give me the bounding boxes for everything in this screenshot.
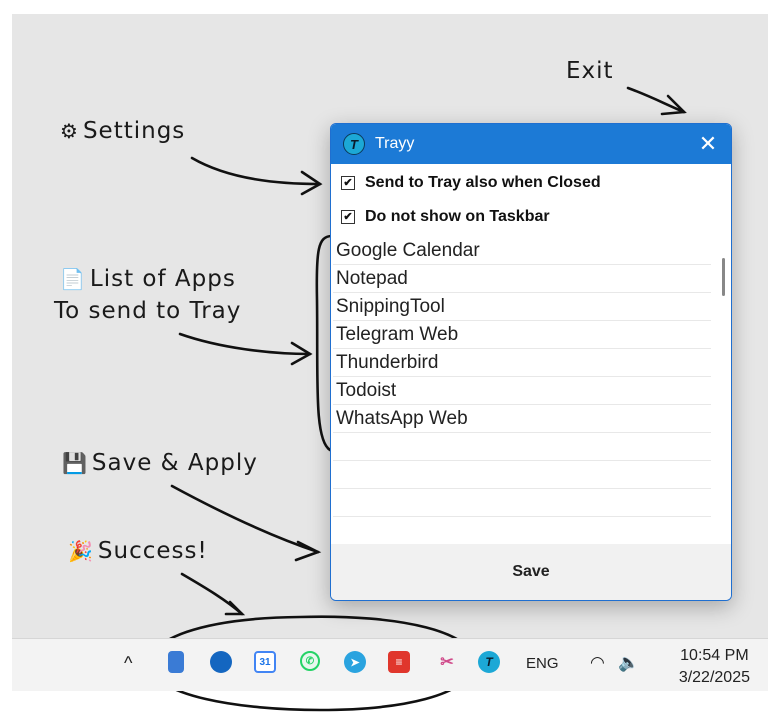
option-hide-from-taskbar[interactable]: ✔ Do not show on Taskbar [331, 200, 731, 234]
annotation-success-text: Success! [97, 538, 208, 564]
annotation-settings: ⚙ Settings [60, 118, 185, 144]
option-label: Do not show on Taskbar [365, 208, 550, 225]
window-footer: Save [331, 544, 731, 600]
telegram-tray-icon[interactable]: ➤ [344, 651, 366, 673]
todoist-tray-icon[interactable]: ≡ [388, 651, 410, 673]
floppy-disk-icon: 💾 [62, 451, 88, 475]
app-list[interactable]: Google Calendar Notepad SnippingTool Tel… [333, 237, 711, 542]
annotation-list-line1: List of Apps [89, 266, 236, 292]
taskbar: ^ 31 ✆ ➤ ≡ ✂ T ENG ◠ 🔈 10:54 PM 3/22/202… [12, 638, 768, 691]
google-calendar-tray-icon[interactable]: 31 [254, 651, 276, 673]
list-item-empty[interactable] [333, 517, 711, 542]
show-hidden-icons-chevron[interactable]: ^ [124, 653, 132, 674]
annotation-settings-text: Settings [82, 118, 186, 144]
close-button[interactable]: ✕ [685, 124, 731, 164]
list-scrollbar[interactable] [722, 258, 725, 296]
annotation-save-apply-text: Save & Apply [91, 450, 258, 476]
gear-icon: ⚙ [60, 119, 79, 143]
snipping-tool-tray-icon[interactable]: ✂ [436, 651, 458, 673]
language-indicator[interactable]: ENG [526, 655, 559, 672]
option-send-to-tray-when-closed[interactable]: ✔ Send to Tray also when Closed [331, 166, 731, 200]
volume-icon[interactable]: 🔈 [618, 653, 639, 673]
annotation-save-apply: 💾 Save & Apply [62, 450, 258, 476]
party-popper-icon: 🎉 [68, 539, 94, 563]
list-item-empty[interactable] [333, 489, 711, 517]
close-icon: ✕ [698, 131, 718, 156]
notepad-tray-icon[interactable] [168, 651, 184, 673]
annotation-success: 🎉 Success! [68, 538, 208, 564]
title-bar[interactable]: T Trayy ✕ [331, 124, 731, 164]
list-item[interactable]: Todoist [333, 377, 711, 405]
trayy-window: T Trayy ✕ ✔ Send to Tray also when Close… [330, 123, 732, 601]
annotation-list-line2: To send to Tray [54, 298, 242, 324]
annotation-list-of-apps: 📄 List of Apps [60, 266, 236, 292]
annotation-exit: Exit [566, 58, 614, 84]
option-label: Send to Tray also when Closed [365, 174, 601, 191]
document-icon: 📄 [60, 267, 86, 291]
system-clock[interactable]: 10:54 PM 3/22/2025 [679, 645, 750, 689]
clock-time: 10:54 PM [680, 647, 749, 664]
list-item[interactable]: Thunderbird [333, 349, 711, 377]
thunderbird-tray-icon[interactable] [210, 651, 232, 673]
whatsapp-tray-icon[interactable]: ✆ [300, 651, 320, 671]
checkbox-hide-taskbar[interactable]: ✔ [341, 210, 355, 224]
window-title: Trayy [375, 135, 415, 152]
trayy-app-icon: T [343, 133, 365, 155]
list-item[interactable]: Google Calendar [333, 237, 711, 265]
list-item-empty[interactable] [333, 461, 711, 489]
checkbox-send-to-tray[interactable]: ✔ [341, 176, 355, 190]
wifi-icon[interactable]: ◠ [590, 653, 605, 673]
trayy-tray-icon[interactable]: T [478, 651, 500, 673]
clock-date: 3/22/2025 [678, 669, 750, 686]
list-item-empty[interactable] [333, 433, 711, 461]
save-button[interactable]: Save [506, 562, 555, 582]
list-item[interactable]: SnippingTool [333, 293, 711, 321]
list-item[interactable]: WhatsApp Web [333, 405, 711, 433]
list-item[interactable]: Notepad [333, 265, 711, 293]
list-item[interactable]: Telegram Web [333, 321, 711, 349]
